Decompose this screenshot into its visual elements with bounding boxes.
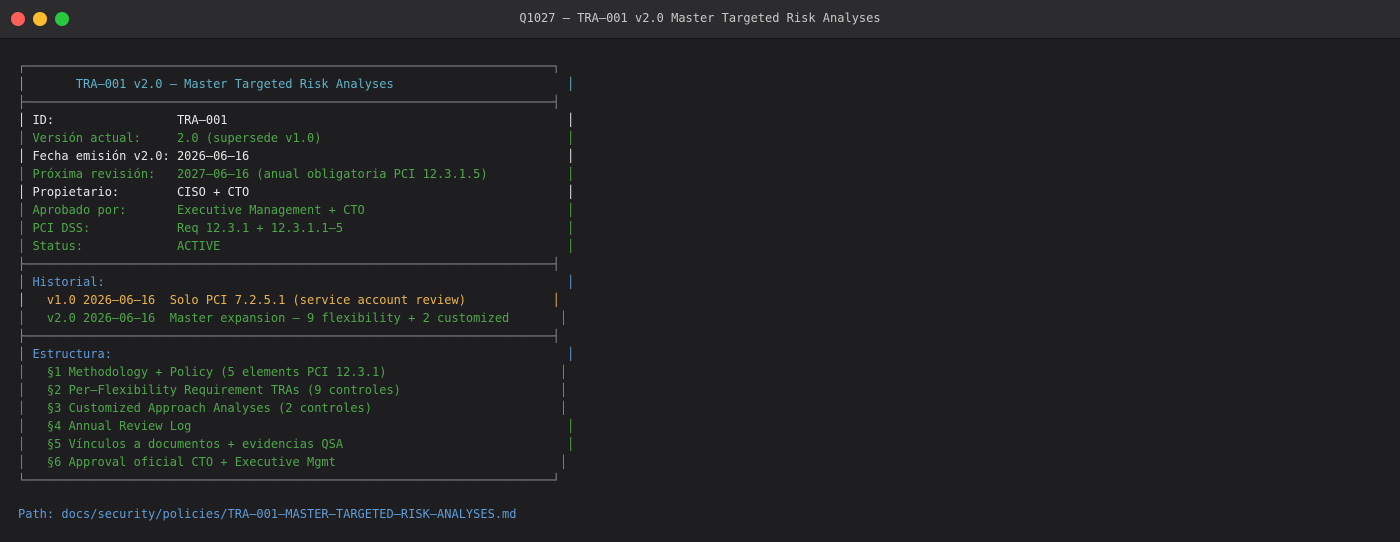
box-bottom-border: └───────────────────────────────────────… xyxy=(18,473,560,487)
structure-item: │ §6 Approval oficial CTO + Executive Mg… xyxy=(18,455,568,469)
terminal-output: ┌───────────────────────────────────────… xyxy=(18,57,574,489)
terminal-window: Q1027 — TRA–001 v2.0 Master Targeted Ris… xyxy=(0,0,1400,542)
field-version: │ Versión actual: 2.0 (supersede v1.0) │ xyxy=(18,131,575,145)
field-next-review: │ Próxima revisión: 2027–06–16 (anual ob… xyxy=(18,167,575,181)
field-id: │ ID: TRA–001 │ xyxy=(18,113,575,127)
structure-item: │ §3 Customized Approach Analyses (2 con… xyxy=(18,401,568,415)
field-owner: │ Propietario: CISO + CTO │ xyxy=(18,185,575,199)
box-separator: ├───────────────────────────────────────… xyxy=(18,329,560,343)
field-status: │ Status: ACTIVE │ xyxy=(18,239,575,253)
history-heading: │ Historial: │ xyxy=(18,275,575,289)
box-top-border: ┌───────────────────────────────────────… xyxy=(18,59,560,73)
structure-item: │ §5 Vínculos a documentos + evidencias … xyxy=(18,437,575,451)
field-issue-date: │ Fecha emisión v2.0: 2026–06–16 │ xyxy=(18,149,575,163)
window-title: Q1027 — TRA–001 v2.0 Master Targeted Ris… xyxy=(519,11,881,25)
structure-item: │ §2 Per–Flexibility Requirement TRAs (9… xyxy=(18,383,568,397)
history-entry-v1: │ v1.0 2026–06–16 Solo PCI 7.2.5.1 (serv… xyxy=(18,293,560,307)
box-separator: ├───────────────────────────────────────… xyxy=(18,95,560,109)
structure-item: │ §1 Methodology + Policy (5 elements PC… xyxy=(18,365,568,379)
history-entry-v2: │ v2.0 2026–06–16 Master expansion — 9 f… xyxy=(18,311,568,325)
structure-item: │ §4 Annual Review Log │ xyxy=(18,419,575,433)
box-separator: ├───────────────────────────────────────… xyxy=(18,257,560,271)
title-bar: Q1027 — TRA–001 v2.0 Master Targeted Ris… xyxy=(0,0,1400,39)
file-path: Path: docs/security/policies/TRA–001–MAS… xyxy=(18,507,517,521)
field-approved-by: │ Aprobado por: Executive Management + C… xyxy=(18,203,575,217)
structure-heading: │ Estructura: │ xyxy=(18,347,575,361)
box-title: │ TRA–001 v2.0 — Master Targeted Risk An… xyxy=(18,77,575,91)
field-pci-dss: │ PCI DSS: Req 12.3.1 + 12.3.1.1–5 │ xyxy=(18,221,575,235)
